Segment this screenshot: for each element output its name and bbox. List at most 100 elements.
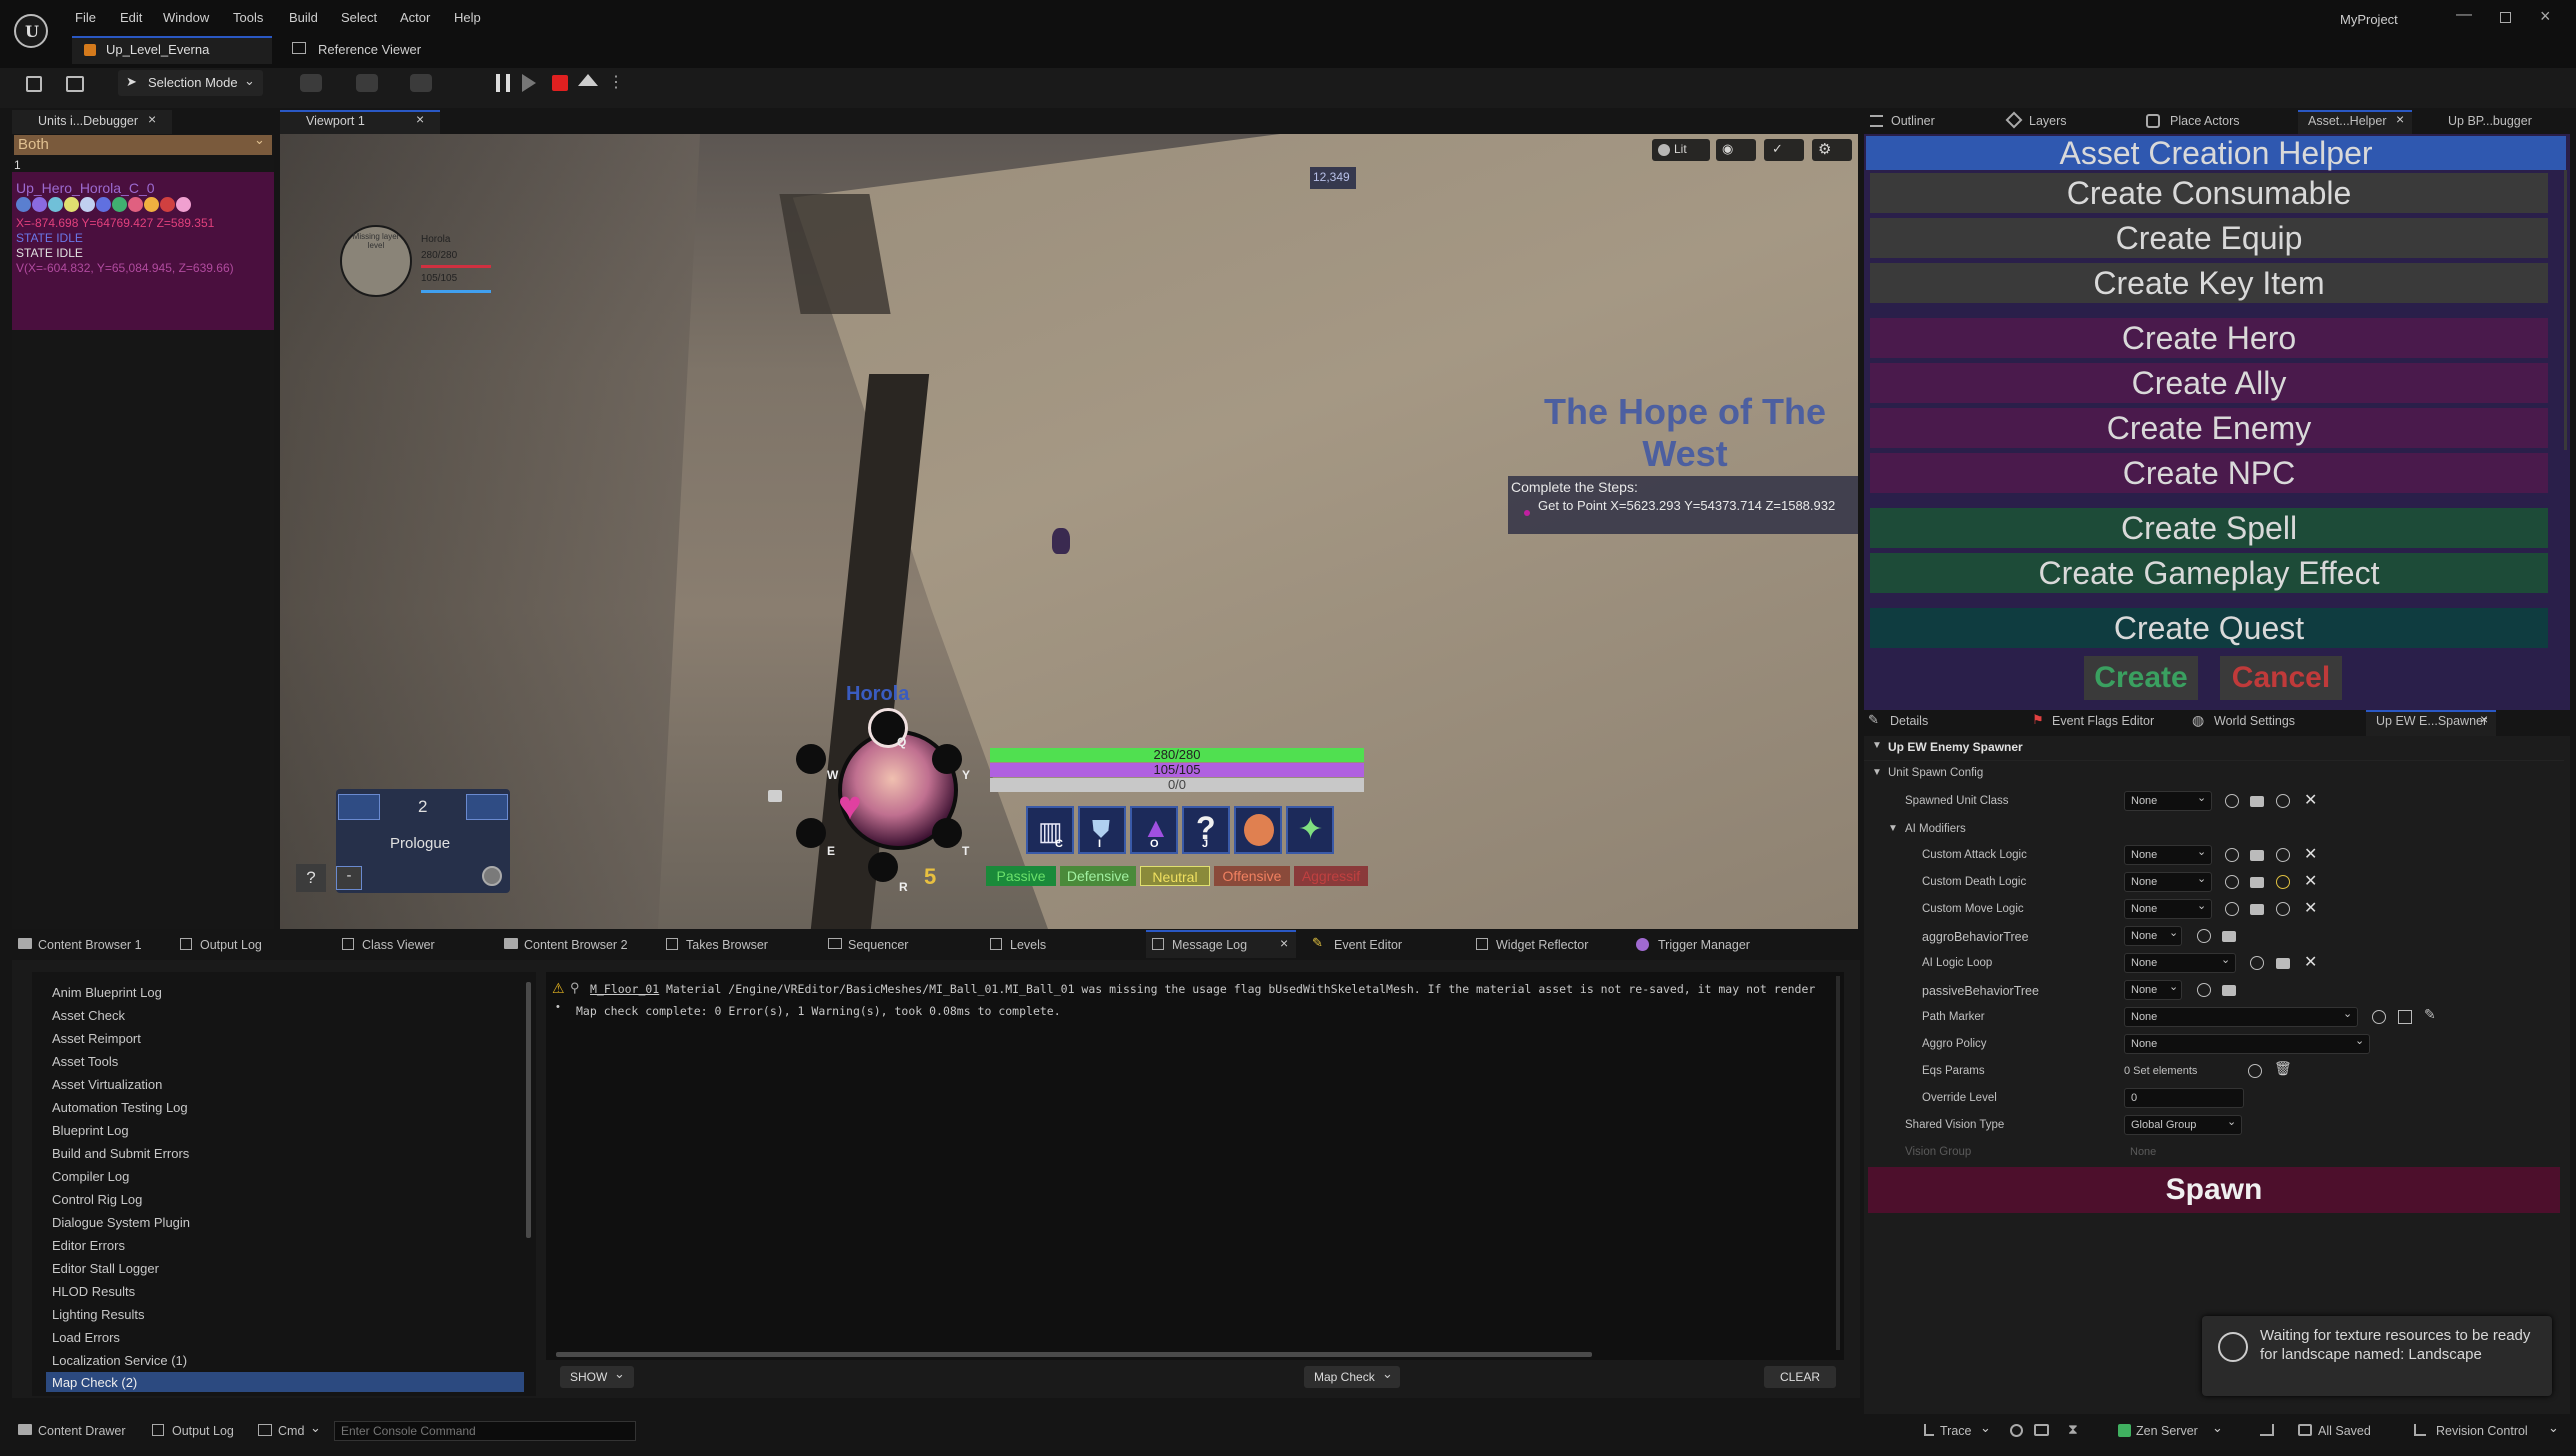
tab-sequencer[interactable]: Sequencer (848, 938, 908, 952)
browse-icon[interactable] (66, 76, 84, 92)
show-dropdown[interactable]: SHOW ⌄ (560, 1366, 634, 1388)
console-command-input[interactable] (334, 1421, 636, 1441)
stance-defensive[interactable]: Defensive (1060, 866, 1136, 886)
log-category[interactable]: Asset Reimport (52, 1031, 141, 1046)
log-asset-link[interactable]: M_Floor_01 (590, 982, 659, 996)
close-tab-icon[interactable]: × (2396, 111, 2404, 127)
log-category[interactable]: Asset Tools (52, 1054, 118, 1069)
hero-wheel-slot[interactable] (796, 744, 826, 774)
aggro-tree-dropdown[interactable]: None ⌄ (2124, 926, 2182, 946)
create-quest-button[interactable]: Create Quest (1870, 608, 2548, 648)
aggro-policy-dropdown[interactable]: None ⌄ (2124, 1034, 2370, 1054)
tab-takes-browser[interactable]: Takes Browser (686, 938, 768, 952)
browse-folder-icon[interactable] (2222, 985, 2236, 996)
custom-attack-dropdown[interactable]: None ⌄ (2124, 845, 2212, 865)
create-button[interactable]: Create (2084, 656, 2198, 700)
log-vertical-scrollbar[interactable] (1836, 976, 1840, 1350)
tab-world-settings[interactable]: World Settings (2214, 714, 2295, 728)
close-tab-icon[interactable]: × (1280, 935, 1288, 951)
map-check-dropdown[interactable]: Map Check ⌄ (1304, 1366, 1400, 1388)
tab-levels[interactable]: Levels (1010, 938, 1046, 952)
tab-content-browser-1[interactable]: Content Browser 1 (38, 938, 142, 952)
browse-folder-icon[interactable] (2276, 958, 2290, 969)
all-saved-button[interactable]: All Saved (2318, 1424, 2371, 1438)
menu-select[interactable]: Select (341, 10, 377, 25)
compass-icon[interactable] (482, 866, 502, 886)
menu-file[interactable]: File (75, 10, 96, 25)
pause-button[interactable] (496, 74, 510, 92)
add-icon[interactable] (2248, 1064, 2262, 1078)
log-horizontal-scrollbar[interactable] (556, 1352, 1592, 1357)
log-category[interactable]: Editor Errors (52, 1238, 125, 1253)
more-options-icon[interactable]: ⋮ (608, 72, 624, 92)
hero-wheel-slot[interactable] (868, 852, 898, 882)
add-icon[interactable] (2276, 848, 2290, 862)
step-button[interactable] (522, 74, 536, 92)
category-scrollbar[interactable] (526, 982, 531, 1238)
use-selected-icon[interactable] (2197, 929, 2211, 943)
stance-passive[interactable]: Passive (986, 866, 1056, 886)
create-spell-button[interactable]: Create Spell (1870, 508, 2548, 548)
tab-output-log[interactable]: Output Log (200, 938, 262, 952)
create-consumable-button[interactable]: Create Consumable (1870, 173, 2548, 213)
hourglass-icon[interactable]: ⧗ (2068, 1421, 2078, 1438)
spawn-button[interactable]: Spawn (1868, 1167, 2560, 1213)
close-window-button[interactable]: × (2540, 6, 2551, 27)
player-character[interactable] (1052, 528, 1070, 554)
save-icon[interactable] (26, 76, 42, 92)
passive-tree-dropdown[interactable]: None ⌄ (2124, 980, 2182, 1000)
trace-dropdown[interactable]: Trace ⌄ (1940, 1420, 1996, 1442)
use-selected-icon[interactable] (2225, 794, 2239, 808)
reference-viewer-tab[interactable]: Reference Viewer (318, 42, 421, 57)
viewport-settings-dropdown[interactable]: ⚙ (1812, 139, 1852, 161)
browse-folder-icon[interactable] (2250, 796, 2264, 807)
use-selected-icon[interactable] (2372, 1010, 2386, 1024)
log-category[interactable]: Asset Check (52, 1008, 125, 1023)
ai-logic-loop-dropdown[interactable]: None ⌄ (2124, 953, 2236, 973)
source-control-icon[interactable] (2260, 1424, 2274, 1436)
browse-folder-icon[interactable] (2250, 850, 2264, 861)
clear-icon[interactable]: ✕ (2304, 952, 2317, 972)
search-icon[interactable]: ⚲ (570, 980, 580, 996)
create-gameplay-effect-button[interactable]: Create Gameplay Effect (1870, 553, 2548, 593)
log-category[interactable]: Dialogue System Plugin (52, 1215, 190, 1230)
maximize-button[interactable] (2500, 12, 2511, 23)
use-selected-icon[interactable] (2250, 956, 2264, 970)
log-category[interactable]: Lighting Results (52, 1307, 145, 1322)
clear-icon[interactable]: ✕ (2304, 790, 2317, 810)
clear-button[interactable]: CLEAR (1764, 1366, 1836, 1388)
tab-place-actors[interactable]: Place Actors (2170, 114, 2239, 128)
log-category[interactable]: HLOD Results (52, 1284, 135, 1299)
log-category[interactable]: Build and Submit Errors (52, 1146, 189, 1161)
log-category[interactable]: Asset Virtualization (52, 1077, 162, 1092)
create-enemy-button[interactable]: Create Enemy (1870, 408, 2548, 448)
use-selected-icon[interactable] (2225, 875, 2239, 889)
revision-control-dropdown[interactable]: Revision Control ⌄ (2436, 1420, 2564, 1442)
tab-details[interactable]: Details (1890, 714, 1928, 728)
cmd-dropdown[interactable]: Cmd ⌄ (278, 1420, 326, 1442)
chapter-next-button[interactable] (466, 794, 508, 820)
menu-build[interactable]: Build (289, 10, 318, 25)
tab-event-editor[interactable]: Event Editor (1334, 938, 1402, 952)
skill-slot-stats[interactable]: ▥ (1026, 806, 1074, 854)
minimize-button[interactable]: — (2456, 6, 2472, 24)
asset-helper-scrollbar[interactable] (2564, 170, 2567, 450)
lit-dropdown[interactable]: Lit (1652, 139, 1710, 161)
menu-edit[interactable]: Edit (120, 10, 142, 25)
custom-death-dropdown[interactable]: None ⌄ (2124, 872, 2212, 892)
trash-icon[interactable]: 🗑 (2274, 1060, 2292, 1077)
hero-wheel-slot[interactable] (796, 818, 826, 848)
selection-mode-dropdown[interactable]: ➤ Selection Mode ⌄ (118, 70, 263, 96)
tab-class-viewer[interactable]: Class Viewer (362, 938, 435, 952)
cinematics-icon[interactable] (410, 74, 432, 92)
log-category[interactable]: Control Rig Log (52, 1192, 142, 1207)
browse-folder-icon[interactable] (2250, 904, 2264, 915)
create-key-item-button[interactable]: Create Key Item (1870, 263, 2548, 303)
add-icon[interactable] (2276, 902, 2290, 916)
use-selected-icon[interactable] (2225, 902, 2239, 916)
log-category[interactable]: Anim Blueprint Log (52, 985, 162, 1000)
log-category[interactable]: Localization Service (1) (52, 1353, 187, 1368)
stop-button[interactable] (552, 75, 568, 91)
menu-help[interactable]: Help (454, 10, 481, 25)
use-selected-icon[interactable] (2197, 983, 2211, 997)
